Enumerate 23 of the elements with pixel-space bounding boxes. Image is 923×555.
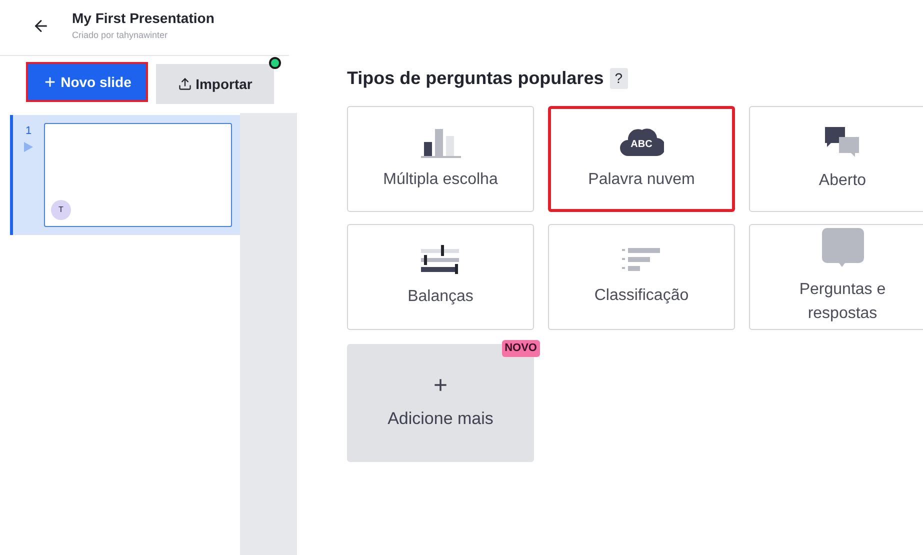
new-badge: NOVO — [502, 340, 540, 356]
new-slide-button[interactable]: Novo slide — [28, 64, 146, 100]
question-type-card[interactable]: Aberto — [749, 106, 923, 212]
help-button[interactable]: ? — [610, 68, 628, 88]
author-subtitle: Criado por tahynawinter — [72, 29, 169, 42]
question-type-card[interactable]: Múltipla escolha — [347, 106, 534, 212]
question-type-card[interactable]: Perguntas e respostas — [749, 224, 923, 330]
bar-chart-icon — [418, 126, 462, 158]
question-type-card[interactable]: Balanças — [347, 224, 534, 330]
play-icon — [24, 142, 33, 152]
presentation-title: My First Presentation — [72, 9, 214, 28]
speech-bubble-icon — [820, 228, 864, 268]
upload-icon — [178, 77, 192, 91]
question-type-card[interactable]: ABC Palavra nuvem — [548, 106, 735, 212]
section-heading: Tipos de perguntas populares — [347, 66, 604, 90]
question-type-card[interactable]: Classificação — [548, 224, 735, 330]
avatar: T — [51, 200, 71, 220]
word-cloud-icon: ABC — [620, 126, 664, 158]
slide-thumbnail[interactable]: T — [44, 123, 232, 227]
slide-list-item[interactable]: 1 T — [10, 115, 240, 235]
slide-number: 1 — [25, 124, 32, 139]
plus-icon — [42, 75, 57, 89]
import-button[interactable]: Importar — [156, 64, 274, 104]
